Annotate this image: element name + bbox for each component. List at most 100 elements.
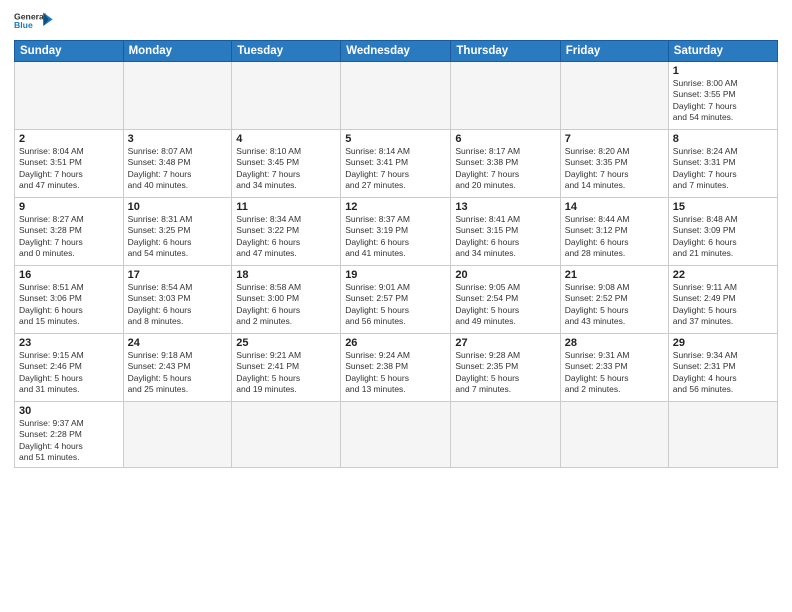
- week-row-4: 16Sunrise: 8:51 AM Sunset: 3:06 PM Dayli…: [15, 266, 778, 334]
- weekday-monday: Monday: [123, 41, 232, 62]
- calendar-cell: 26Sunrise: 9:24 AM Sunset: 2:38 PM Dayli…: [341, 334, 451, 402]
- header: General Blue: [14, 10, 778, 34]
- day-info: Sunrise: 8:31 AM Sunset: 3:25 PM Dayligh…: [128, 214, 228, 260]
- calendar-cell: [560, 62, 668, 130]
- calendar-cell: 17Sunrise: 8:54 AM Sunset: 3:03 PM Dayli…: [123, 266, 232, 334]
- weekday-sunday: Sunday: [15, 41, 124, 62]
- calendar-cell: 3Sunrise: 8:07 AM Sunset: 3:48 PM Daylig…: [123, 130, 232, 198]
- weekday-tuesday: Tuesday: [232, 41, 341, 62]
- day-number: 17: [128, 269, 228, 281]
- weekday-wednesday: Wednesday: [341, 41, 451, 62]
- calendar-cell: 6Sunrise: 8:17 AM Sunset: 3:38 PM Daylig…: [451, 130, 560, 198]
- day-number: 21: [565, 269, 664, 281]
- calendar-cell: [123, 62, 232, 130]
- day-number: 24: [128, 337, 228, 349]
- day-info: Sunrise: 9:18 AM Sunset: 2:43 PM Dayligh…: [128, 350, 228, 396]
- calendar-cell: 11Sunrise: 8:34 AM Sunset: 3:22 PM Dayli…: [232, 198, 341, 266]
- day-number: 3: [128, 133, 228, 145]
- svg-text:Blue: Blue: [14, 20, 33, 30]
- day-info: Sunrise: 8:24 AM Sunset: 3:31 PM Dayligh…: [673, 146, 773, 192]
- day-number: 15: [673, 201, 773, 213]
- day-info: Sunrise: 8:41 AM Sunset: 3:15 PM Dayligh…: [455, 214, 555, 260]
- calendar-cell: [451, 402, 560, 468]
- week-row-2: 2Sunrise: 8:04 AM Sunset: 3:51 PM Daylig…: [15, 130, 778, 198]
- day-number: 27: [455, 337, 555, 349]
- week-row-6: 30Sunrise: 9:37 AM Sunset: 2:28 PM Dayli…: [15, 402, 778, 468]
- day-info: Sunrise: 9:24 AM Sunset: 2:38 PM Dayligh…: [345, 350, 446, 396]
- day-number: 22: [673, 269, 773, 281]
- calendar-cell: 8Sunrise: 8:24 AM Sunset: 3:31 PM Daylig…: [668, 130, 777, 198]
- day-number: 13: [455, 201, 555, 213]
- day-info: Sunrise: 8:14 AM Sunset: 3:41 PM Dayligh…: [345, 146, 446, 192]
- calendar-cell: 28Sunrise: 9:31 AM Sunset: 2:33 PM Dayli…: [560, 334, 668, 402]
- calendar-cell: 19Sunrise: 9:01 AM Sunset: 2:57 PM Dayli…: [341, 266, 451, 334]
- day-number: 1: [673, 65, 773, 77]
- day-info: Sunrise: 9:21 AM Sunset: 2:41 PM Dayligh…: [236, 350, 336, 396]
- day-number: 9: [19, 201, 119, 213]
- day-info: Sunrise: 9:28 AM Sunset: 2:35 PM Dayligh…: [455, 350, 555, 396]
- calendar-cell: [668, 402, 777, 468]
- calendar-cell: 16Sunrise: 8:51 AM Sunset: 3:06 PM Dayli…: [15, 266, 124, 334]
- day-number: 19: [345, 269, 446, 281]
- day-info: Sunrise: 9:34 AM Sunset: 2:31 PM Dayligh…: [673, 350, 773, 396]
- day-info: Sunrise: 9:31 AM Sunset: 2:33 PM Dayligh…: [565, 350, 664, 396]
- day-info: Sunrise: 8:37 AM Sunset: 3:19 PM Dayligh…: [345, 214, 446, 260]
- day-number: 5: [345, 133, 446, 145]
- calendar-cell: 12Sunrise: 8:37 AM Sunset: 3:19 PM Dayli…: [341, 198, 451, 266]
- calendar-cell: 21Sunrise: 9:08 AM Sunset: 2:52 PM Dayli…: [560, 266, 668, 334]
- calendar-cell: 2Sunrise: 8:04 AM Sunset: 3:51 PM Daylig…: [15, 130, 124, 198]
- day-info: Sunrise: 9:01 AM Sunset: 2:57 PM Dayligh…: [345, 282, 446, 328]
- calendar-cell: 14Sunrise: 8:44 AM Sunset: 3:12 PM Dayli…: [560, 198, 668, 266]
- calendar-cell: 23Sunrise: 9:15 AM Sunset: 2:46 PM Dayli…: [15, 334, 124, 402]
- day-number: 20: [455, 269, 555, 281]
- week-row-1: 1Sunrise: 8:00 AM Sunset: 3:55 PM Daylig…: [15, 62, 778, 130]
- calendar-cell: 30Sunrise: 9:37 AM Sunset: 2:28 PM Dayli…: [15, 402, 124, 468]
- day-number: 12: [345, 201, 446, 213]
- calendar-cell: 10Sunrise: 8:31 AM Sunset: 3:25 PM Dayli…: [123, 198, 232, 266]
- day-number: 6: [455, 133, 555, 145]
- calendar-cell: [341, 402, 451, 468]
- calendar-cell: [560, 402, 668, 468]
- calendar-cell: 5Sunrise: 8:14 AM Sunset: 3:41 PM Daylig…: [341, 130, 451, 198]
- day-info: Sunrise: 9:37 AM Sunset: 2:28 PM Dayligh…: [19, 418, 119, 464]
- day-number: 28: [565, 337, 664, 349]
- week-row-5: 23Sunrise: 9:15 AM Sunset: 2:46 PM Dayli…: [15, 334, 778, 402]
- day-number: 23: [19, 337, 119, 349]
- day-number: 30: [19, 405, 119, 417]
- day-info: Sunrise: 8:58 AM Sunset: 3:00 PM Dayligh…: [236, 282, 336, 328]
- day-number: 2: [19, 133, 119, 145]
- week-row-3: 9Sunrise: 8:27 AM Sunset: 3:28 PM Daylig…: [15, 198, 778, 266]
- day-info: Sunrise: 8:20 AM Sunset: 3:35 PM Dayligh…: [565, 146, 664, 192]
- calendar-cell: [232, 402, 341, 468]
- day-number: 7: [565, 133, 664, 145]
- day-info: Sunrise: 8:00 AM Sunset: 3:55 PM Dayligh…: [673, 78, 773, 124]
- day-info: Sunrise: 8:27 AM Sunset: 3:28 PM Dayligh…: [19, 214, 119, 260]
- calendar-cell: [451, 62, 560, 130]
- day-info: Sunrise: 9:11 AM Sunset: 2:49 PM Dayligh…: [673, 282, 773, 328]
- calendar-cell: [341, 62, 451, 130]
- calendar-cell: [232, 62, 341, 130]
- day-number: 10: [128, 201, 228, 213]
- day-info: Sunrise: 8:34 AM Sunset: 3:22 PM Dayligh…: [236, 214, 336, 260]
- calendar-cell: 29Sunrise: 9:34 AM Sunset: 2:31 PM Dayli…: [668, 334, 777, 402]
- calendar-cell: 22Sunrise: 9:11 AM Sunset: 2:49 PM Dayli…: [668, 266, 777, 334]
- calendar-cell: 1Sunrise: 8:00 AM Sunset: 3:55 PM Daylig…: [668, 62, 777, 130]
- calendar-cell: 18Sunrise: 8:58 AM Sunset: 3:00 PM Dayli…: [232, 266, 341, 334]
- calendar-cell: 4Sunrise: 8:10 AM Sunset: 3:45 PM Daylig…: [232, 130, 341, 198]
- calendar-cell: 9Sunrise: 8:27 AM Sunset: 3:28 PM Daylig…: [15, 198, 124, 266]
- calendar-cell: 20Sunrise: 9:05 AM Sunset: 2:54 PM Dayli…: [451, 266, 560, 334]
- day-number: 29: [673, 337, 773, 349]
- day-info: Sunrise: 8:04 AM Sunset: 3:51 PM Dayligh…: [19, 146, 119, 192]
- calendar: SundayMondayTuesdayWednesdayThursdayFrid…: [14, 40, 778, 468]
- day-info: Sunrise: 8:54 AM Sunset: 3:03 PM Dayligh…: [128, 282, 228, 328]
- day-number: 25: [236, 337, 336, 349]
- logo-icon: General Blue: [14, 10, 54, 34]
- calendar-cell: 13Sunrise: 8:41 AM Sunset: 3:15 PM Dayli…: [451, 198, 560, 266]
- logo: General Blue: [14, 10, 54, 34]
- day-info: Sunrise: 9:08 AM Sunset: 2:52 PM Dayligh…: [565, 282, 664, 328]
- day-number: 18: [236, 269, 336, 281]
- day-info: Sunrise: 8:48 AM Sunset: 3:09 PM Dayligh…: [673, 214, 773, 260]
- day-info: Sunrise: 9:15 AM Sunset: 2:46 PM Dayligh…: [19, 350, 119, 396]
- calendar-cell: 25Sunrise: 9:21 AM Sunset: 2:41 PM Dayli…: [232, 334, 341, 402]
- calendar-cell: 7Sunrise: 8:20 AM Sunset: 3:35 PM Daylig…: [560, 130, 668, 198]
